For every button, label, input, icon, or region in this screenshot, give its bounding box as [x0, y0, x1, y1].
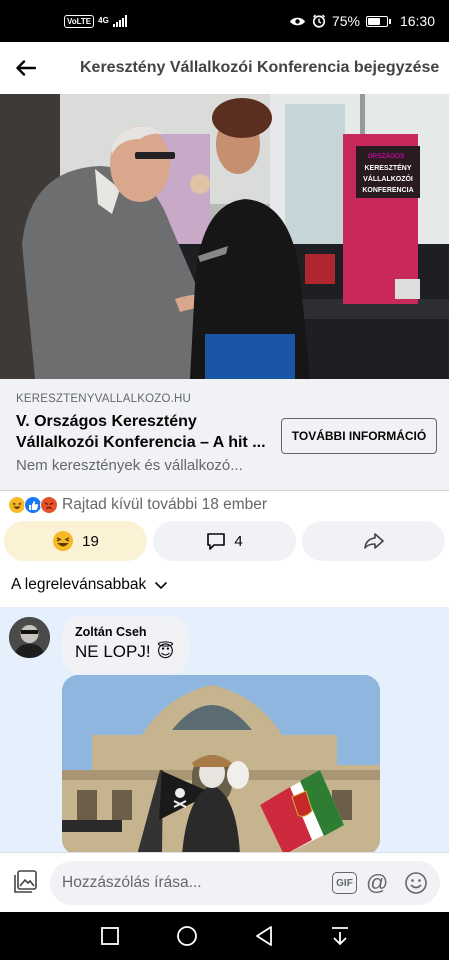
clock: 16:30: [399, 13, 435, 29]
battery-icon: [365, 15, 391, 27]
comment-button[interactable]: 4: [153, 521, 296, 561]
back-button[interactable]: [0, 42, 52, 94]
avatar[interactable]: [9, 617, 50, 658]
home-icon[interactable]: [176, 925, 198, 947]
angry-icon: [40, 496, 58, 514]
network-type: 4G: [98, 16, 109, 25]
page-title: Keresztény Vállalkozói Konferencia bejeg…: [80, 59, 440, 76]
comment-bubble[interactable]: Zoltán Cseh NE LOPJ! 😇: [62, 616, 189, 674]
volte-indicator: VoLTE: [64, 14, 95, 28]
reaction-summary-text: Rajtad kívül további 18 ember: [62, 496, 268, 513]
comment-list: Zoltán Cseh NE LOPJ! 😇: [0, 607, 449, 852]
system-nav-bar: [0, 912, 449, 960]
chevron-down-icon: [155, 581, 168, 589]
comment-input[interactable]: [62, 861, 322, 905]
arrow-left-icon: [16, 60, 36, 76]
comment-image[interactable]: [62, 675, 380, 852]
reaction-count: 19: [82, 532, 99, 550]
react-button[interactable]: 19: [4, 521, 147, 561]
comment-icon: [207, 532, 226, 550]
action-bar: 19 4: [0, 521, 449, 561]
comment-text: NE LOPJ!: [75, 642, 151, 661]
hero-sign-line1: ORSZÁGOS: [368, 151, 406, 160]
more-info-button[interactable]: TOVÁBBI INFORMÁCIÓ: [281, 418, 437, 454]
link-description: Nem keresztények és vállalkozó...: [16, 457, 243, 474]
haha-icon: [53, 531, 74, 551]
comment-text-row: NE LOPJ! 😇: [75, 642, 174, 662]
comment-composer: GIF @: [0, 852, 449, 912]
gif-button[interactable]: GIF: [332, 872, 357, 894]
battery-percent: 75%: [331, 13, 360, 29]
link-title[interactable]: V. Országos Keresztény Vállalkozói Konfe…: [16, 411, 271, 453]
eye-icon: [289, 17, 305, 25]
share-icon: [363, 533, 384, 549]
post-photo[interactable]: ORSZÁGOS KERESZTÉNY VÁLLALKOZÓI KONFEREN…: [0, 94, 449, 379]
link-domain: KERESZTENYVALLALKOZO.HU: [16, 393, 192, 405]
hero-sign-line3: VÁLLALKOZÓI: [363, 174, 413, 183]
hero-sign-line4: KONFERENCIA: [362, 187, 413, 194]
emoji-icon[interactable]: [404, 871, 428, 895]
alarm-icon: [312, 14, 326, 28]
reaction-summary[interactable]: Rajtad kívül további 18 ember: [8, 493, 267, 517]
comment-sort-dropdown[interactable]: A legrelevánsabbak: [11, 576, 168, 594]
comment-author[interactable]: Zoltán Cseh: [75, 625, 147, 639]
post-header: Keresztény Vállalkozói Konferencia bejeg…: [0, 42, 449, 94]
recents-icon[interactable]: [100, 926, 120, 946]
sort-label: A legrelevánsabbak: [11, 576, 147, 593]
share-button[interactable]: [302, 521, 445, 561]
gallery-icon[interactable]: [12, 869, 38, 895]
angel-emoji-icon: 😇: [156, 642, 175, 662]
download-nav-icon[interactable]: [330, 925, 350, 947]
comment-input-box[interactable]: GIF @: [50, 861, 440, 905]
comment-count: 4: [234, 532, 243, 550]
status-bar: VoLTE 4G 75% 16:30: [0, 0, 449, 42]
signal-icon: [112, 15, 127, 27]
mention-button[interactable]: @: [366, 870, 388, 896]
hero-sign-line2: KERESZTÉNY: [364, 163, 411, 172]
back-nav-icon[interactable]: [254, 925, 274, 947]
